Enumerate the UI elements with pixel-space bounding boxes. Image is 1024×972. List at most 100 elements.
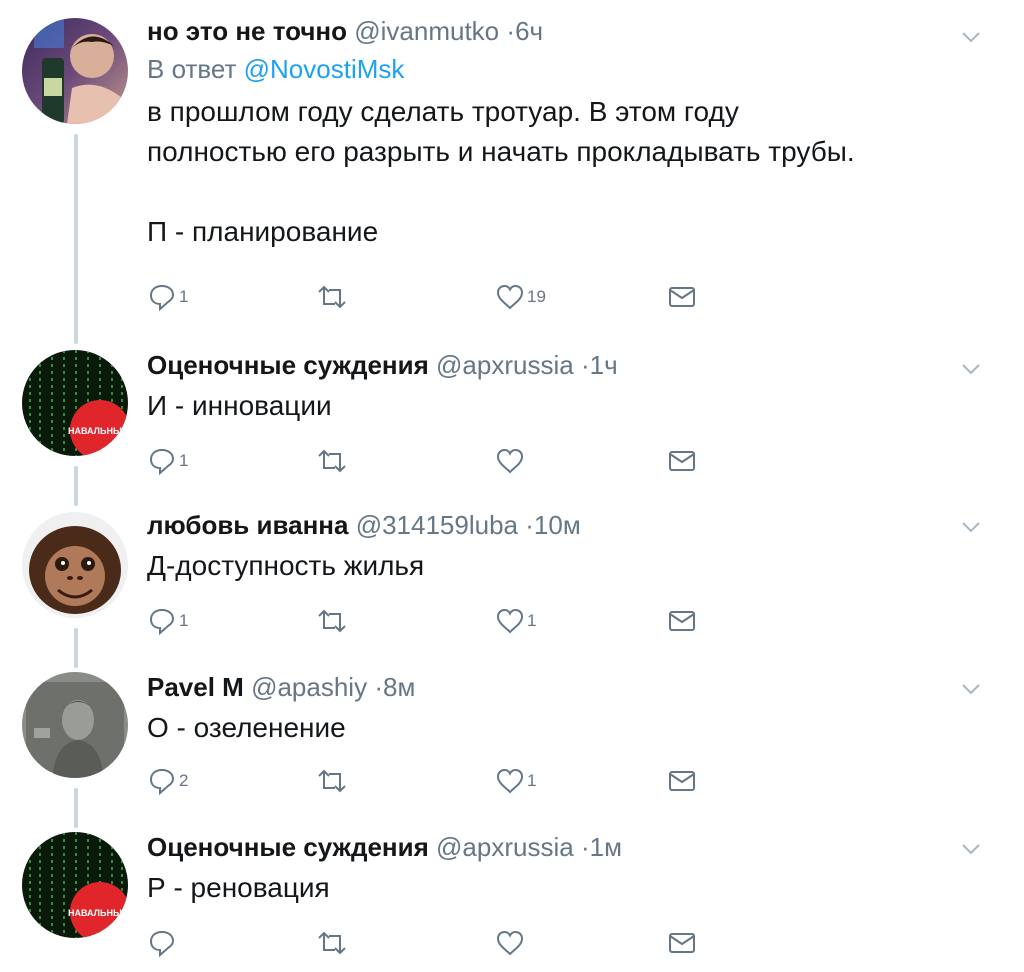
tweet-actions: 1 19 xyxy=(147,282,707,312)
author-handle[interactable]: @apxrussia xyxy=(436,832,574,862)
tweet[interactable]: НАВАЛЬНЫЙ Оценочные суждения @apxrussia … xyxy=(0,340,1024,500)
author-name[interactable]: Оценочные суждения xyxy=(147,350,429,380)
tweet[interactable]: любовь иванна @314159luba ·10м Д-доступн… xyxy=(0,500,1024,662)
retweet-button[interactable] xyxy=(315,928,351,958)
envelope-icon xyxy=(667,928,697,958)
reply-button[interactable]: 1 xyxy=(147,282,188,312)
chevron-down-icon[interactable] xyxy=(958,24,984,50)
like-button[interactable]: 1 xyxy=(495,766,536,796)
heart-icon xyxy=(495,606,525,636)
envelope-icon xyxy=(667,446,697,476)
reply-count: 1 xyxy=(179,611,189,630)
separator-dot: · xyxy=(580,350,590,380)
reply-button[interactable]: 2 xyxy=(147,766,188,796)
tweet-actions: 1 1 xyxy=(147,606,707,636)
author-name[interactable]: любовь иванна xyxy=(147,510,348,540)
tweet-text: в прошлом году сделать тротуар. В этом г… xyxy=(147,92,964,252)
separator-dot: · xyxy=(580,832,590,862)
retweet-icon xyxy=(315,446,349,476)
dm-button[interactable] xyxy=(667,446,697,476)
like-button[interactable] xyxy=(495,446,527,476)
timestamp[interactable]: 6ч xyxy=(515,16,543,46)
separator-dot: · xyxy=(525,510,534,540)
author-handle[interactable]: @apxrussia xyxy=(436,350,574,380)
envelope-icon xyxy=(667,606,697,636)
separator-dot: · xyxy=(374,672,383,702)
retweet-button[interactable] xyxy=(315,766,351,796)
retweet-button[interactable] xyxy=(315,446,351,476)
reply-button[interactable]: 1 xyxy=(147,446,188,476)
reply-button[interactable]: 1 xyxy=(147,606,188,636)
heart-icon xyxy=(495,282,525,312)
avatar[interactable] xyxy=(22,672,128,778)
envelope-icon xyxy=(667,282,697,312)
reply-icon xyxy=(147,606,177,636)
tweet-actions: 2 1 xyxy=(147,766,707,796)
dm-button[interactable] xyxy=(667,606,697,636)
avatar-badge-text: НАВАЛЬНЫЙ xyxy=(68,425,128,436)
author-handle[interactable]: @ivanmutko xyxy=(354,16,499,46)
retweet-button[interactable] xyxy=(315,282,351,312)
dm-button[interactable] xyxy=(667,928,697,958)
timestamp[interactable]: 10м xyxy=(534,510,581,540)
tweet-text: И - инновации xyxy=(147,390,332,421)
retweet-button[interactable] xyxy=(315,606,351,636)
chevron-down-icon[interactable] xyxy=(958,836,984,862)
like-count: 19 xyxy=(527,287,546,306)
tweet-text-line xyxy=(147,172,964,212)
timestamp[interactable]: 1ч xyxy=(590,350,618,380)
reply-icon xyxy=(147,766,177,796)
retweet-icon xyxy=(315,282,349,312)
reply-count: 1 xyxy=(179,451,189,470)
chevron-down-icon[interactable] xyxy=(958,514,984,540)
heart-icon xyxy=(495,928,525,958)
author-name[interactable]: но это не точно xyxy=(147,16,347,46)
avatar-badge-text: НАВАЛЬНЫЙ xyxy=(68,907,128,918)
reply-icon xyxy=(147,282,177,312)
heart-icon xyxy=(495,766,525,796)
timestamp[interactable]: 8м xyxy=(383,672,415,702)
avatar[interactable]: НАВАЛЬНЫЙ xyxy=(22,832,128,938)
retweet-icon xyxy=(315,766,349,796)
separator-dot: · xyxy=(506,16,516,46)
reply-context: В ответ @NovostiMsk xyxy=(147,52,964,86)
like-button[interactable]: 1 xyxy=(495,606,536,636)
author-name[interactable]: Оценочные суждения xyxy=(147,832,429,862)
mention-link[interactable]: @NovostiMsk xyxy=(244,54,405,84)
author-handle[interactable]: @apashiy xyxy=(251,672,367,702)
author-name[interactable]: Pavel M xyxy=(147,672,244,702)
timestamp[interactable]: 1м xyxy=(590,832,622,862)
retweet-icon xyxy=(315,928,349,958)
dm-button[interactable] xyxy=(667,282,697,312)
tweet[interactable]: Pavel M @apashiy ·8м О - озеленение 2 1 xyxy=(0,662,1024,822)
avatar[interactable] xyxy=(22,512,128,618)
tweet-text-line: полностью его разрыть и начать прокладыв… xyxy=(147,136,855,167)
chevron-down-icon[interactable] xyxy=(958,676,984,702)
retweet-icon xyxy=(315,606,349,636)
avatar[interactable] xyxy=(22,18,128,124)
reply-icon xyxy=(147,446,177,476)
reply-icon xyxy=(147,928,177,958)
like-button[interactable] xyxy=(495,928,527,958)
tweet-text: Р - реновация xyxy=(147,872,330,903)
reply-button[interactable] xyxy=(147,928,179,958)
chevron-down-icon[interactable] xyxy=(958,356,984,382)
tweet-text-line: П - планирование xyxy=(147,216,379,247)
author-handle[interactable]: @314159luba xyxy=(356,510,518,540)
tweet[interactable]: НАВАЛЬНЫЙ Оценочные суждения @apxrussia … xyxy=(0,822,1024,972)
envelope-icon xyxy=(667,766,697,796)
like-count: 1 xyxy=(527,611,537,630)
heart-icon xyxy=(495,446,525,476)
tweet-text: О - озеленение xyxy=(147,712,346,743)
avatar[interactable]: НАВАЛЬНЫЙ xyxy=(22,350,128,456)
like-button[interactable]: 19 xyxy=(495,282,546,312)
reply-count: 2 xyxy=(179,771,189,790)
tweet-actions xyxy=(147,928,707,958)
like-count: 1 xyxy=(527,771,537,790)
reply-count: 1 xyxy=(179,287,189,306)
tweet[interactable]: но это не точно @ivanmutko ·6ч В ответ @… xyxy=(0,0,1024,340)
dm-button[interactable] xyxy=(667,766,697,796)
reply-to-label: В ответ xyxy=(147,54,237,84)
tweet-text-line: в прошлом году сделать тротуар. В этом г… xyxy=(147,96,739,127)
tweet-actions: 1 xyxy=(147,446,707,476)
